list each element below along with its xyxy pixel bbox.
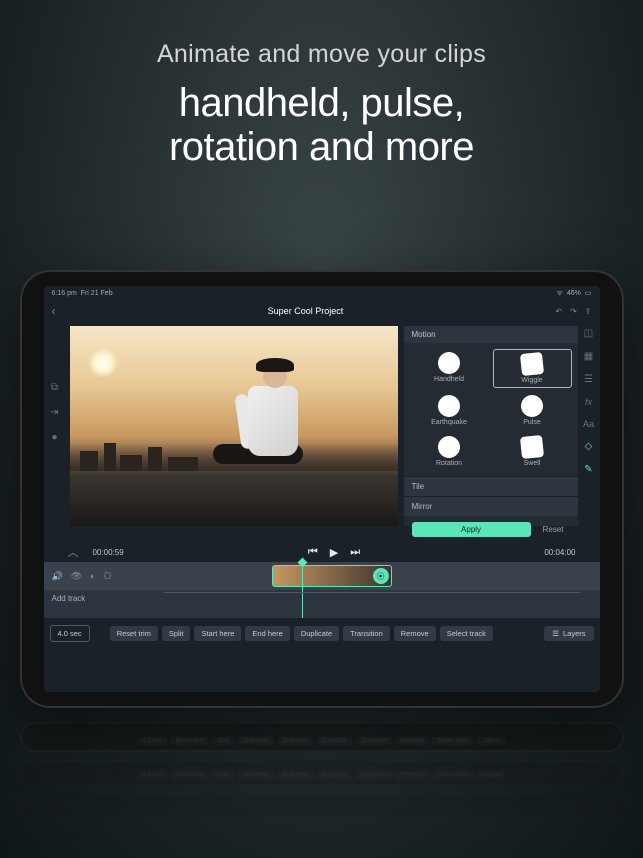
sliders-icon[interactable]: ☰ [584, 374, 593, 385]
motion-option-pulse[interactable]: Pulse [493, 392, 572, 429]
back-button[interactable]: ‹ [52, 304, 56, 318]
motion-label: Earthquake [431, 419, 467, 426]
track-dot-icon[interactable]: ◐ [90, 571, 95, 581]
mirror-row[interactable]: Mirror [404, 496, 578, 516]
undo-icon[interactable]: ↶ [555, 307, 562, 316]
share-icon[interactable]: ⇪ [585, 307, 592, 316]
select-track-button[interactable]: Select track [440, 626, 493, 641]
battery-icon: ▭ [585, 289, 592, 297]
left-toolbar: ⧉ ⇥ ● [44, 322, 66, 542]
app-header: ‹ Super Cool Project ↶ ↷ ⇪ [44, 300, 600, 322]
hero-subtitle: Animate and move your clips [0, 40, 643, 69]
hero-title-line2: rotation and more [169, 125, 474, 169]
motion-shape-icon [438, 395, 460, 417]
motion-shape-icon [521, 395, 543, 417]
crop-icon[interactable]: ◫ [584, 328, 593, 339]
preview-subject [208, 356, 328, 486]
total-time: 00:04:00 [544, 548, 575, 557]
grid-icon[interactable]: ▦ [584, 351, 593, 362]
motion-panel: Motion Handheld Wiggle Earthquake Pulse Rota… [404, 326, 578, 526]
tile-row[interactable]: Tile [404, 476, 578, 496]
track-controls: 🔊 👁 ◐ ⎔ [44, 562, 120, 590]
prev-button[interactable]: ⏮ [308, 546, 318, 559]
motion-label: Swell [524, 460, 541, 467]
motion-option-swell[interactable]: Swell [493, 433, 572, 470]
play-button[interactable]: ▶ [330, 546, 338, 559]
reset-trim-button[interactable]: Reset trim [110, 626, 158, 641]
timeline-ruler [164, 592, 580, 600]
device-reflection [20, 794, 624, 816]
reset-button[interactable]: Reset [537, 522, 570, 537]
motion-label: Wiggle [521, 377, 542, 384]
motion-shape-icon [438, 436, 460, 458]
current-time: 00:00:59 [93, 548, 124, 557]
expand-icon[interactable]: ︿ [68, 544, 79, 560]
right-toolbar: ◫ ▦ ☰ fx Aa ◇ ✎ [578, 322, 600, 475]
duration-pill[interactable]: 4.0 sec [50, 625, 90, 642]
redo-icon[interactable]: ↷ [570, 307, 577, 316]
motion-label: Rotation [436, 460, 462, 467]
status-bar: 6:16 pm Fri 21 Feb ᯤ 46% ▭ [44, 286, 600, 300]
motion-tool-icon[interactable]: ◇ [585, 441, 593, 452]
motion-shape-icon [438, 352, 460, 374]
device-reflection: 4.0 sec Reset trim Split Start here End … [20, 722, 624, 752]
motion-shape-icon [520, 352, 544, 376]
duplicate-button[interactable]: Duplicate [294, 626, 339, 641]
motion-shape-icon [520, 435, 544, 459]
status-date: Fri 21 Feb [81, 290, 113, 297]
layers-button[interactable]: ☰ Layers [544, 626, 593, 641]
motion-option-wiggle[interactable]: Wiggle [493, 349, 572, 388]
volume-icon[interactable]: 🔊 [52, 571, 63, 582]
timeline-clip[interactable]: ⦿ [272, 565, 392, 587]
visibility-icon[interactable]: 👁 [71, 571, 82, 582]
edit-icon[interactable]: ✎ [584, 464, 592, 475]
video-preview[interactable] [70, 326, 398, 526]
transition-button[interactable]: Transition [343, 626, 390, 641]
wifi-icon: ᯤ [556, 289, 562, 298]
import-icon[interactable]: ⇥ [50, 407, 58, 418]
hero-title: handheld, pulse, rotation and more [0, 81, 643, 169]
layers-icon: ☰ [552, 629, 559, 638]
playhead[interactable] [302, 562, 303, 618]
hero-title-line1: handheld, pulse, [179, 81, 465, 125]
ipad-device: 6:16 pm Fri 21 Feb ᯤ 46% ▭ ‹ Super Cool … [20, 270, 624, 708]
end-here-button[interactable]: End here [245, 626, 289, 641]
clip-handle[interactable]: ⦿ [373, 568, 389, 584]
motion-label: Pulse [523, 419, 541, 426]
text-icon[interactable]: Aa [583, 419, 594, 429]
transport-bar: ︿ 00:00:59 ⏮ ▶ ⏭ 00:04:00 [44, 542, 600, 562]
bottom-toolbar: 4.0 sec Reset trim Split Start here End … [44, 618, 600, 648]
apply-button[interactable]: Apply [412, 522, 531, 537]
start-here-button[interactable]: Start here [194, 626, 241, 641]
motion-option-rotation[interactable]: Rotation [410, 433, 489, 470]
timeline[interactable]: 🔊 👁 ◐ ⎔ ⦿ Add track [44, 562, 600, 618]
status-time: 6:16 pm [52, 290, 77, 297]
remove-button[interactable]: Remove [394, 626, 436, 641]
project-title: Super Cool Project [268, 306, 344, 316]
next-button[interactable]: ⏭ [350, 546, 360, 559]
motion-label: Handheld [434, 376, 464, 383]
fx-icon[interactable]: fx [585, 397, 592, 407]
mic-icon[interactable]: ● [51, 432, 57, 443]
split-button[interactable]: Split [162, 626, 191, 641]
motion-option-earthquake[interactable]: Earthquake [410, 392, 489, 429]
app-screen: 6:16 pm Fri 21 Feb ᯤ 46% ▭ ‹ Super Cool … [44, 286, 600, 692]
device-reflection: 4.0 sec Reset trim Split Start here End … [20, 760, 624, 786]
add-track-button[interactable]: Add track [52, 594, 86, 603]
battery-label: 46% [567, 290, 581, 297]
layers-label: Layers [563, 629, 586, 638]
motion-option-handheld[interactable]: Handheld [410, 349, 489, 388]
lock-icon[interactable]: ⎔ [104, 571, 112, 582]
clipboard-icon[interactable]: ⧉ [51, 382, 58, 393]
panel-title: Motion [404, 326, 578, 343]
